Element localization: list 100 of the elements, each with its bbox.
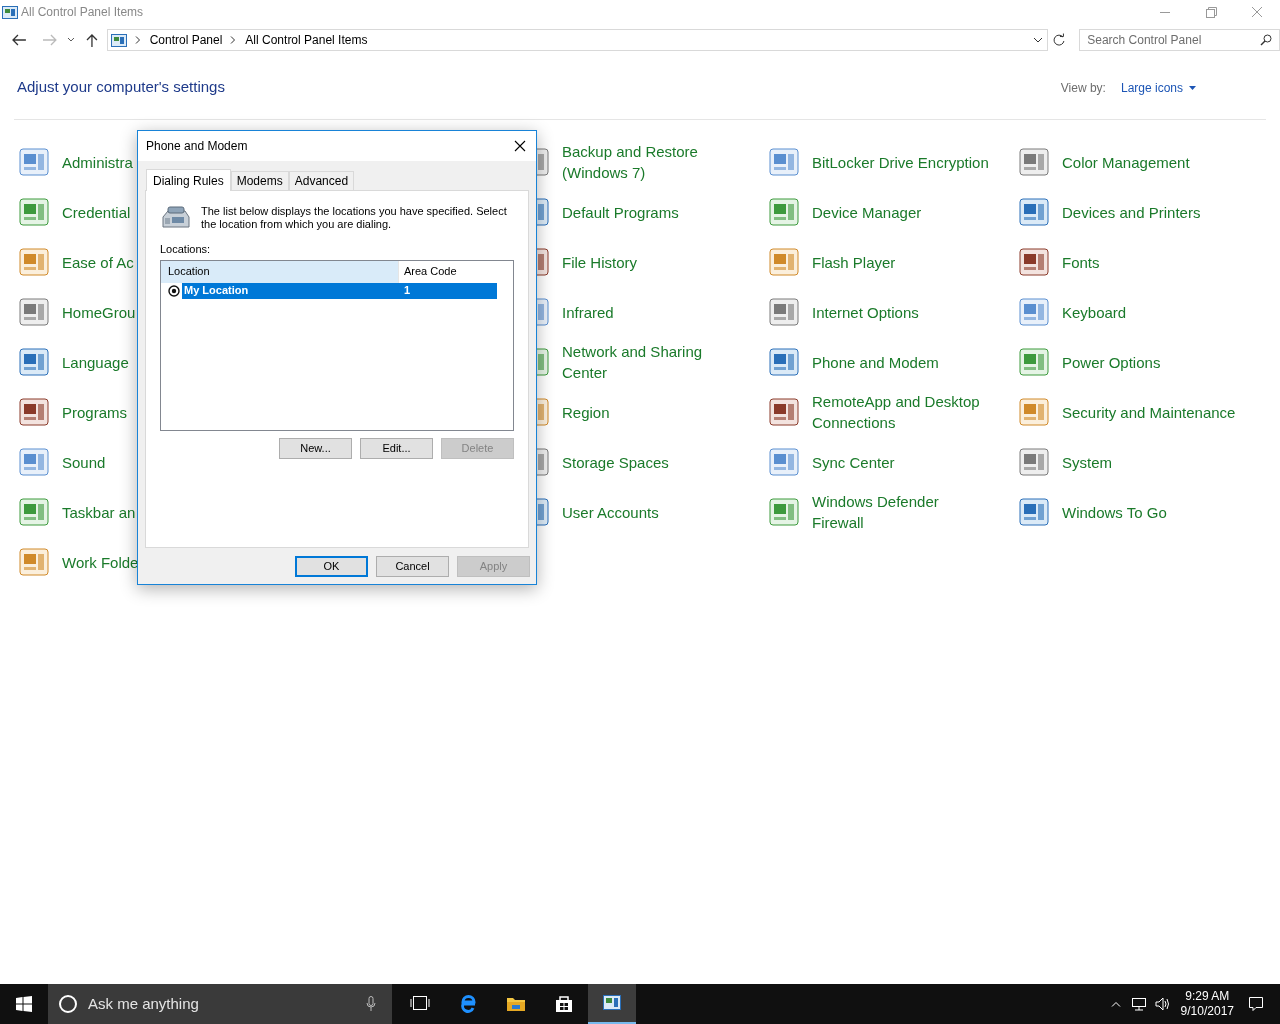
applet-link[interactable]: Taskbar an: [62, 501, 136, 523]
cortana-circle-icon: [58, 994, 78, 1014]
browser-e-icon: [458, 994, 478, 1014]
applet-link[interactable]: System: [1062, 451, 1112, 473]
notification-icon[interactable]: [1248, 996, 1264, 1012]
applet-link[interactable]: Backup and Restore (Windows 7): [562, 141, 698, 183]
applet-link[interactable]: Administra: [62, 151, 133, 173]
shopping-bag-icon: [554, 994, 574, 1014]
search-input[interactable]: Search Control Panel: [1087, 31, 1260, 49]
address-bar[interactable]: Control Panel All Control Panel Items: [106, 29, 1049, 51]
applet-link[interactable]: Device Manager: [812, 201, 922, 223]
applet-icon: [768, 496, 800, 528]
applet-icon: [18, 346, 50, 378]
applet-link[interactable]: Color Management: [1062, 151, 1190, 173]
clock[interactable]: 9:29 AM 9/10/2017: [1180, 989, 1234, 1019]
chevron-up-icon[interactable]: [1110, 1001, 1121, 1007]
applet-icon: [1018, 146, 1050, 178]
dropdown-caret-icon[interactable]: [1033, 37, 1044, 43]
clock-time: 9:29 AM: [1185, 989, 1230, 1004]
applet-link[interactable]: Ease of Ac: [62, 251, 134, 273]
applet-icon: [768, 446, 800, 478]
applet-icon: [768, 396, 800, 428]
applet-link[interactable]: Programs: [62, 401, 128, 423]
taskbar-search-input[interactable]: Ask me anything: [88, 992, 366, 1016]
search-icon: [1260, 34, 1272, 46]
applet-link[interactable]: Region: [562, 401, 610, 423]
applet-link[interactable]: Default Programs: [562, 201, 679, 223]
dialog-button[interactable]: Cancel: [376, 556, 449, 577]
applet-icon: [768, 146, 800, 178]
applet-icon: [18, 396, 50, 428]
window-title: All Control Panel Items: [21, 4, 144, 21]
applet-link[interactable]: Work Folde: [62, 551, 139, 573]
taskbar-app-button[interactable]: [588, 984, 636, 1024]
applet-link[interactable]: BitLocker Drive Encryption: [812, 151, 989, 173]
list-action-button[interactable]: New...: [279, 437, 352, 459]
dialog-tab[interactable]: Advanced: [288, 171, 355, 190]
applet-link[interactable]: Network and Sharing Center: [562, 341, 703, 383]
applet-link[interactable]: Sync Center: [812, 451, 895, 473]
applet-link[interactable]: Credential: [62, 201, 131, 223]
applet-icon: [18, 146, 50, 178]
back-arrow-icon[interactable]: [11, 33, 27, 47]
applet-icon: [18, 496, 50, 528]
locations-label: Locations:: [160, 242, 212, 257]
applet-link[interactable]: Storage Spaces: [562, 451, 669, 473]
up-arrow-icon[interactable]: [84, 33, 99, 47]
dialog-title: Phone and Modem: [146, 138, 248, 155]
telephone-icon: [160, 205, 192, 231]
refresh-icon[interactable]: [1052, 33, 1067, 47]
locations-list[interactable]: Location Area Code My Location 1: [160, 259, 514, 431]
applet-link[interactable]: User Accounts: [562, 501, 659, 523]
applet-icon: [1018, 246, 1050, 278]
applet-icon: [768, 196, 800, 228]
dropdown-caret-icon[interactable]: [66, 37, 75, 43]
view-dropdown[interactable]: Large icons: [1120, 78, 1196, 97]
applet-link[interactable]: Internet Options: [812, 301, 919, 323]
search-field[interactable]: Search Control Panel: [1079, 29, 1280, 51]
applet-link[interactable]: HomeGrou: [62, 301, 136, 323]
dialog-tab[interactable]: Modems: [230, 171, 289, 190]
applet-link[interactable]: Language: [62, 351, 129, 373]
applet-link[interactable]: Flash Player: [812, 251, 896, 273]
taskbar-search-field[interactable]: Ask me anything: [48, 984, 392, 1024]
windows-logo-icon[interactable]: [16, 996, 32, 1012]
applet-icon: [768, 246, 800, 278]
applet-link[interactable]: Fonts: [1062, 251, 1100, 273]
control-panel-icon: [2, 4, 18, 20]
column-header[interactable]: Area Code: [398, 260, 498, 283]
area-code: 1: [403, 283, 411, 299]
applet-icon: [18, 246, 50, 278]
chevron-right-icon: [230, 36, 237, 44]
close-icon[interactable]: [514, 140, 526, 152]
radio-icon: [168, 284, 180, 297]
dialog-tab[interactable]: Dialing Rules: [146, 169, 231, 191]
column-header[interactable]: Location: [161, 260, 398, 283]
applet-icon: [1018, 446, 1050, 478]
location-row[interactable]: My Location 1: [182, 282, 497, 299]
page-heading: Adjust your computer's settings: [17, 77, 225, 98]
breadcrumb-link[interactable]: All Control Panel Items: [245, 31, 368, 49]
applet-icon: [768, 296, 800, 328]
applet-link[interactable]: RemoteApp and Desktop Connections: [812, 391, 980, 433]
applet-link[interactable]: Infrared: [562, 301, 614, 323]
applet-link[interactable]: Windows To Go: [1062, 501, 1167, 523]
applet-link[interactable]: Keyboard: [1062, 301, 1127, 323]
applet-link[interactable]: Phone and Modem: [812, 351, 939, 373]
volume-icon[interactable]: [1154, 997, 1171, 1011]
location-name: My Location: [183, 283, 250, 299]
applet-link[interactable]: Sound: [62, 451, 106, 473]
control-panel-icon: [602, 993, 622, 1013]
dialog-button[interactable]: OK: [295, 556, 368, 577]
applet-link[interactable]: Power Options: [1062, 351, 1161, 373]
list-action-button[interactable]: Edit...: [360, 437, 433, 459]
network-icon[interactable]: [1130, 997, 1147, 1011]
applet-link[interactable]: Devices and Printers: [1062, 201, 1201, 223]
applet-icon: [1018, 196, 1050, 228]
control-panel-icon: [110, 32, 127, 48]
applet-icon: [18, 446, 50, 478]
applet-link[interactable]: File History: [562, 251, 637, 273]
applet-link[interactable]: Windows Defender Firewall: [812, 491, 939, 533]
breadcrumb-link[interactable]: Control Panel: [149, 31, 223, 49]
applet-link[interactable]: Security and Maintenance: [1062, 401, 1236, 423]
applet-icon: [18, 296, 50, 328]
